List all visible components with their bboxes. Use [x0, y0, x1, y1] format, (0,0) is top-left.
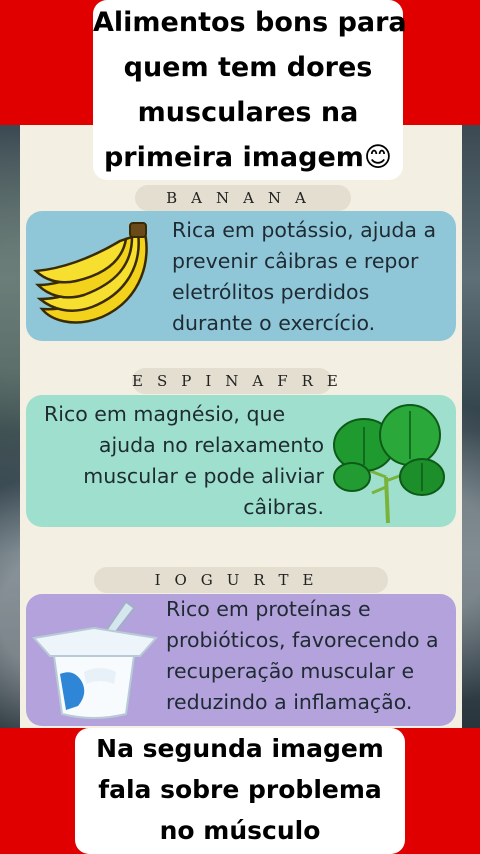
iogurte-text-line: probióticos, favorecendo a: [166, 628, 439, 652]
iogurte-text-line: reduzindo a inflamação.: [166, 690, 413, 714]
banana-text-line: prevenir câibras e repor: [172, 249, 419, 273]
banana-text-line: durante o exercício.: [172, 311, 376, 335]
bottom-caption-line: no músculo: [159, 816, 321, 845]
bottom-caption-line: Na segunda imagem: [96, 734, 384, 763]
iogurte-text-line: Rico em proteínas e: [166, 597, 371, 621]
top-caption: Alimentos bons para quem tem dores muscu…: [93, 0, 407, 180]
top-caption-line: primeira imagem😊: [103, 142, 393, 173]
espinafre-text-line: ajuda no relaxamento: [98, 433, 324, 457]
banana-box: Rica em potássio, ajuda a prevenir câibr…: [26, 211, 456, 341]
iogurte-text-line: recuperação muscular e: [166, 659, 415, 683]
espinafre-text-line: Rico em magnésio, que: [44, 402, 286, 426]
spinach-icon: [333, 404, 445, 524]
espinafre-text-line: muscular e pode aliviar: [83, 464, 324, 488]
top-caption-line: musculares na: [137, 97, 359, 128]
top-caption-line: Alimentos bons para: [93, 7, 407, 38]
bottom-caption: Na segunda imagem fala sobre problema no…: [75, 728, 405, 854]
banana-text-line: eletrólitos perdidos: [172, 280, 370, 304]
label-iogurte: IOGURTE GREGO: [94, 567, 388, 615]
label-espinafre: ESPINAFRE: [132, 368, 338, 394]
label-banana: BANANA: [135, 185, 351, 211]
banana-icon: [33, 222, 148, 324]
espinafre-text-line: câibras.: [243, 495, 324, 519]
top-caption-line: quem tem dores: [123, 52, 373, 83]
espinafre-box: Rico em magnésio, que ajuda no relaxamen…: [26, 395, 456, 527]
banana-text-line: Rica em potássio, ajuda a: [172, 218, 437, 242]
yogurt-icon: [32, 600, 158, 719]
bottom-caption-line: fala sobre problema: [98, 775, 382, 804]
infographic-card: BANANA Rica em potássio, ajuda a preveni…: [20, 125, 462, 728]
iogurte-box: Rico em proteínas e probióticos, favorec…: [26, 594, 456, 726]
